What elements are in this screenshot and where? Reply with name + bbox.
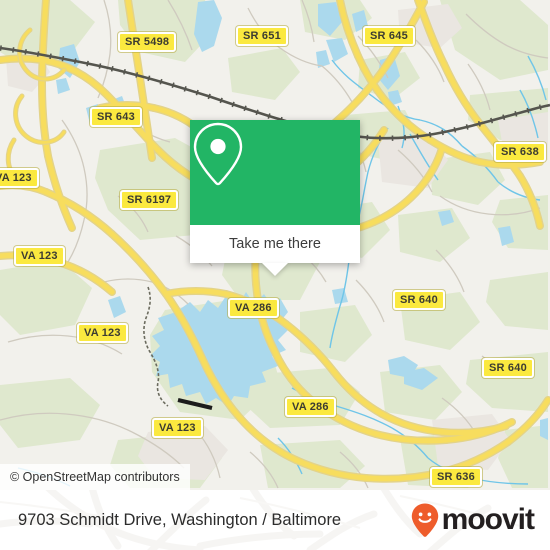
map-canvas[interactable]: SR 5498 SR 651 SR 645 SR 643 SR 638 VA 1…: [0, 0, 550, 490]
popup-pointer-tail: [262, 263, 288, 276]
road-shield: VA 123: [14, 246, 65, 266]
road-shield: SR 643: [90, 107, 142, 127]
location-popup-card[interactable]: Take me there: [190, 120, 360, 276]
road-shield: VA 123: [0, 168, 39, 188]
moovit-smiley-pin-icon: [411, 503, 438, 537]
road-shield: SR 636: [430, 467, 482, 487]
road-shield: SR 5498: [118, 32, 177, 52]
road-shield: SR 640: [482, 358, 534, 378]
map-attribution[interactable]: © OpenStreetMap contributors: [0, 464, 190, 490]
road-shield: SR 645: [363, 26, 415, 46]
map-pin-icon: [193, 122, 243, 186]
road-shield: SR 638: [494, 142, 546, 162]
road-shield: VA 123: [152, 418, 203, 438]
address-label: 9703 Schmidt Drive, Washington / Baltimo…: [18, 510, 342, 529]
take-me-there-button[interactable]: Take me there: [190, 225, 360, 263]
road-shield: SR 640: [393, 290, 445, 310]
take-me-there-label: Take me there: [229, 236, 321, 252]
footer-bar: 9703 Schmidt Drive, Washington / Baltimo…: [0, 490, 550, 550]
road-shield: VA 123: [77, 323, 128, 343]
road-shield: VA 286: [285, 397, 336, 417]
road-shield: VA 286: [228, 298, 279, 318]
attribution-label: © OpenStreetMap contributors: [10, 470, 180, 484]
moovit-wordmark: moovit: [441, 503, 535, 536]
popup-header: [190, 120, 360, 225]
map-screenshot: SR 5498 SR 651 SR 645 SR 643 SR 638 VA 1…: [0, 0, 550, 550]
road-shield: SR 651: [236, 26, 288, 46]
road-shield: SR 6197: [120, 190, 179, 210]
moovit-logo[interactable]: moovit: [410, 502, 535, 538]
